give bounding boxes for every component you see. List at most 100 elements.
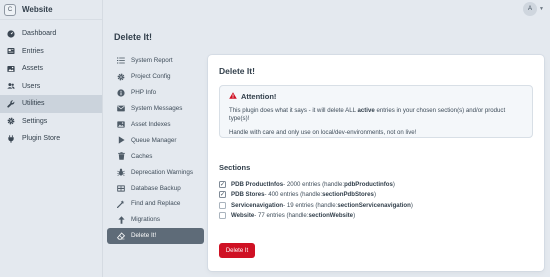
subnav-label: Find and Replace: [131, 200, 181, 208]
gear-icon: [7, 117, 15, 125]
subnav-label: Delete It!: [131, 232, 157, 240]
section-checkbox[interactable]: [219, 212, 226, 220]
nav-item-settings[interactable]: Settings: [0, 113, 102, 131]
site-header[interactable]: C Website: [0, 0, 102, 20]
sections-heading: Sections: [219, 163, 251, 172]
warning-icon: [229, 92, 237, 101]
image-icon: [7, 65, 15, 73]
section-checkbox[interactable]: [219, 201, 226, 209]
subnav-label: PHP Info: [131, 89, 157, 97]
section-handle: sectionServicenavigation: [337, 201, 411, 209]
section-name: PDB Stores: [231, 191, 265, 199]
subnav-item-system-report[interactable]: System Report: [107, 53, 204, 69]
attention-care-note: Handle with care and only use on local/d…: [229, 128, 417, 136]
section-count: - 2000 entries (handle:: [283, 180, 345, 188]
subnav-label: Asset Indexes: [131, 121, 171, 128]
section-name: Servicenavigation: [231, 201, 284, 209]
users-icon: [7, 82, 15, 90]
section-count: - 400 entries (handle:: [264, 191, 323, 199]
nav-item-assets[interactable]: Assets: [0, 60, 102, 78]
subnav-item-find-and-replace[interactable]: Find and Replace: [107, 196, 204, 212]
subnav-item-php-info[interactable]: PHP Info: [107, 85, 204, 101]
section-option[interactable]: ✓ PDB Stores - 400 entries (handle: sect…: [219, 190, 413, 201]
section-name: PDB ProductInfos: [231, 180, 284, 188]
gauge-icon: [7, 30, 15, 38]
section-close: ): [353, 212, 356, 220]
chevron-down-icon: ▼: [539, 6, 544, 12]
image-icon: [117, 121, 125, 129]
attention-body: This plugin does what it says - it will …: [229, 107, 523, 124]
bug-icon: [117, 168, 125, 177]
utilities-subnav: System Report Project Config PHP Info Sy…: [107, 53, 204, 244]
nav-label: Dashboard: [22, 30, 57, 38]
newspaper-icon: [7, 47, 15, 55]
subnav-item-asset-indexes[interactable]: Asset Indexes: [107, 117, 204, 133]
nav-item-utilities[interactable]: Utilities: [0, 95, 102, 113]
nav-label: Users: [22, 82, 41, 90]
nav-label: Assets: [22, 65, 44, 73]
nav-label: Settings: [22, 117, 48, 125]
subnav-item-deprecation-warnings[interactable]: Deprecation Warnings: [107, 164, 204, 180]
nav-label: Plugin Store: [22, 135, 61, 143]
section-option[interactable]: ✓ PDB ProductInfos - 2000 entries (handl…: [219, 179, 413, 190]
subnav-item-database-backup[interactable]: Database Backup: [107, 180, 204, 196]
subnav-label: Caches: [131, 152, 153, 160]
plug-icon: [7, 135, 15, 143]
section-list: ✓ PDB ProductInfos - 2000 entries (handl…: [219, 179, 413, 221]
attention-heading: Attention!: [229, 92, 523, 101]
section-name: Website: [231, 212, 255, 220]
attention-body-bold: active: [357, 107, 375, 114]
subnav-label: Queue Manager: [131, 136, 177, 144]
section-count: - 19 entries (handle:: [283, 201, 338, 209]
sidebar: C Website Dashboard Entries Assets Users…: [0, 0, 103, 277]
attention-box: Attention! This plugin does what it says…: [219, 85, 533, 138]
subnav-item-project-config[interactable]: Project Config: [107, 69, 204, 85]
trash-icon: [117, 152, 125, 161]
subnav-item-system-messages[interactable]: System Messages: [107, 101, 204, 117]
subnav-label: Database Backup: [131, 184, 181, 192]
nav-item-plugin-store[interactable]: Plugin Store: [0, 130, 102, 148]
section-option[interactable]: Servicenavigation - 19 entries (handle: …: [219, 200, 413, 211]
nav-item-dashboard[interactable]: Dashboard: [0, 25, 102, 43]
subnav-label: System Report: [131, 57, 173, 65]
delete-it-button[interactable]: Delete It: [219, 243, 255, 258]
nav-label: Entries: [22, 47, 44, 55]
gear-icon: [117, 73, 125, 81]
subnav-item-migrations[interactable]: Migrations: [107, 212, 204, 228]
subnav-label: System Messages: [131, 105, 183, 113]
arrow-up-icon: [117, 216, 125, 224]
attention-body-prefix: This plugin does what it says - it will …: [229, 107, 358, 114]
section-checkbox[interactable]: ✓: [219, 191, 226, 199]
eraser-icon: [117, 232, 125, 240]
attention-heading-text: Attention!: [241, 92, 277, 101]
play-icon: [117, 136, 125, 144]
section-handle: sectionWebsite: [308, 212, 354, 220]
envelope-icon: [117, 105, 125, 113]
subnav-label: Project Config: [131, 73, 171, 81]
magic-wand-icon: [117, 200, 125, 208]
section-option[interactable]: Website - 77 entries (handle: sectionWeb…: [219, 211, 413, 222]
user-menu[interactable]: A ▼: [523, 2, 544, 16]
subnav-label: Deprecation Warnings: [131, 168, 194, 176]
wrench-icon: [7, 100, 15, 108]
subnav-item-delete-it[interactable]: Delete It!: [107, 227, 204, 244]
section-close: ): [392, 180, 395, 188]
section-checkbox[interactable]: ✓: [219, 180, 226, 188]
subnav-item-caches[interactable]: Caches: [107, 148, 204, 164]
list-icon: [117, 57, 125, 65]
site-name: Website: [22, 5, 53, 14]
database-icon: [117, 184, 125, 192]
card-title: Delete It!: [219, 66, 255, 76]
section-close: ): [410, 201, 413, 209]
avatar[interactable]: A: [523, 2, 538, 16]
page-title: Delete It!: [114, 32, 153, 42]
nav-item-users[interactable]: Users: [0, 78, 102, 96]
section-handle: pdbProductinfos: [344, 180, 393, 188]
section-count: - 77 entries (handle:: [254, 212, 309, 220]
delete-it-card: Delete It! Attention! This plugin does w…: [208, 55, 544, 271]
nav-label: Utilities: [22, 100, 45, 108]
nav-item-entries[interactable]: Entries: [0, 43, 102, 61]
info-icon: [117, 89, 125, 97]
subnav-item-queue-manager[interactable]: Queue Manager: [107, 132, 204, 148]
site-badge: C: [4, 3, 16, 16]
